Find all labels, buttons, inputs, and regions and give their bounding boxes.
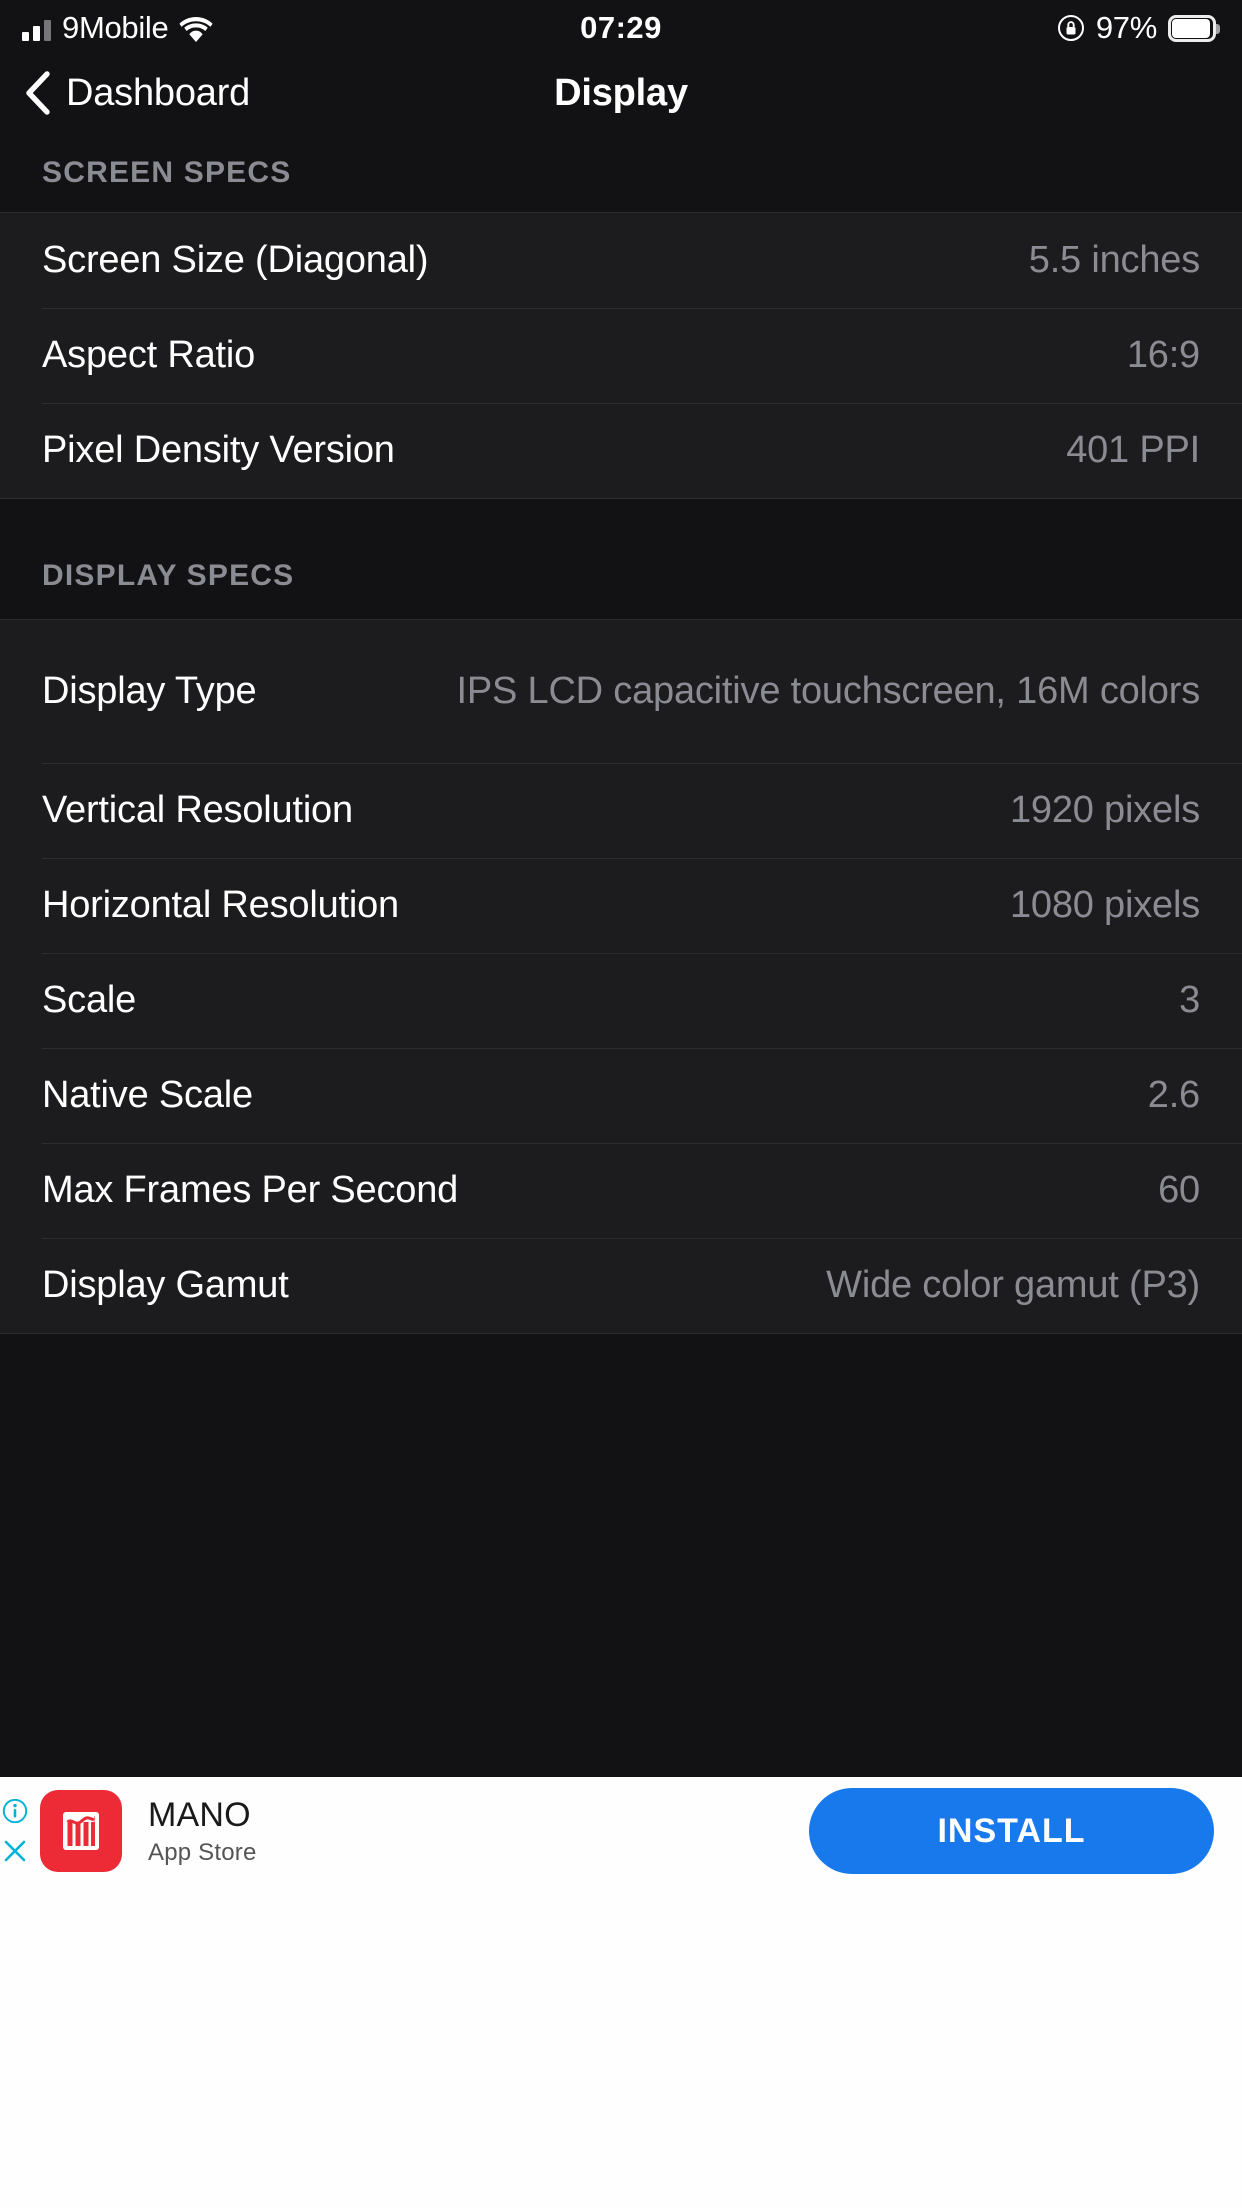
table-row[interactable]: Screen Size (Diagonal) 5.5 inches xyxy=(0,213,1242,308)
row-value: 1920 pixels xyxy=(1009,789,1200,832)
settings-list: SCREEN SPECS Screen Size (Diagonal) 5.5 … xyxy=(0,130,1242,1777)
row-value: 16:9 xyxy=(1126,334,1200,377)
ad-text-block: MANO App Store xyxy=(148,1796,257,1867)
row-value: 3 xyxy=(1179,979,1200,1022)
row-value: 401 PPI xyxy=(1066,429,1200,472)
section-header-display-specs: DISPLAY SPECS xyxy=(42,559,295,592)
table-row[interactable]: Max Frames Per Second 60 xyxy=(0,1143,1242,1238)
row-value: 5.5 inches xyxy=(1028,239,1200,282)
row-label: Screen Size (Diagonal) xyxy=(42,239,429,281)
ad-banner-filler xyxy=(0,1885,1242,2208)
row-label: Pixel Density Version xyxy=(42,429,395,471)
row-label: Max Frames Per Second xyxy=(42,1169,459,1211)
row-label: Native Scale xyxy=(42,1074,253,1116)
status-bar-clock: 07:29 xyxy=(580,10,662,45)
table-row[interactable]: Scale 3 xyxy=(0,953,1242,1048)
mano-app-icon[interactable] xyxy=(40,1790,122,1872)
row-label: Display Type xyxy=(42,670,257,712)
ad-app-name: MANO xyxy=(148,1795,251,1834)
group-screen-specs: Screen Size (Diagonal) 5.5 inches Aspect… xyxy=(0,212,1242,499)
table-row[interactable]: Native Scale 2.6 xyxy=(0,1048,1242,1143)
phone-screen: 9Mobile 07:29 97% Dashboard Display SCRE… xyxy=(0,0,1242,2208)
battery-icon xyxy=(1168,14,1220,42)
table-row[interactable]: Aspect Ratio 16:9 xyxy=(0,308,1242,403)
content-bottom-spacer xyxy=(0,1334,1242,1454)
ad-badge-group xyxy=(2,1798,28,1864)
row-label: Horizontal Resolution xyxy=(42,884,399,926)
ad-source-label: App Store xyxy=(148,1838,257,1866)
table-row[interactable]: Pixel Density Version 401 PPI xyxy=(0,403,1242,498)
ad-close-icon[interactable] xyxy=(2,1838,28,1864)
group-display-specs: Display Type IPS LCD capacitive touchscr… xyxy=(0,619,1242,1334)
row-label: Vertical Resolution xyxy=(42,789,353,831)
install-button[interactable]: INSTALL xyxy=(809,1788,1214,1874)
row-value: 60 xyxy=(1158,1169,1200,1212)
row-label: Aspect Ratio xyxy=(42,334,256,376)
ad-banner[interactable]: MANO App Store INSTALL xyxy=(0,1777,1242,1885)
table-row[interactable]: Display Gamut Wide color gamut (P3) xyxy=(0,1238,1242,1333)
status-bar: 9Mobile 07:29 97% xyxy=(0,0,1242,56)
battery-percent-label: 97% xyxy=(1095,10,1157,45)
row-value: 1080 pixels xyxy=(1009,884,1200,927)
row-value: IPS LCD capacitive touchscreen, 16M colo… xyxy=(456,670,1201,713)
page-title: Display xyxy=(554,71,688,114)
table-row[interactable]: Horizontal Resolution 1080 pixels xyxy=(0,858,1242,953)
table-row[interactable]: Display Type IPS LCD capacitive touchscr… xyxy=(0,620,1242,763)
row-value: 2.6 xyxy=(1147,1074,1200,1117)
status-bar-right: 97% xyxy=(1057,0,1220,56)
row-label: Display Gamut xyxy=(42,1264,289,1306)
rotation-lock-icon xyxy=(1057,14,1085,42)
row-label: Scale xyxy=(42,979,137,1021)
ad-info-icon[interactable] xyxy=(2,1798,28,1824)
section-header-screen-specs: SCREEN SPECS xyxy=(42,156,292,189)
row-value: Wide color gamut (P3) xyxy=(826,1264,1200,1307)
navigation-bar: Dashboard Display xyxy=(0,56,1242,130)
table-row[interactable]: Vertical Resolution 1920 pixels xyxy=(0,763,1242,858)
